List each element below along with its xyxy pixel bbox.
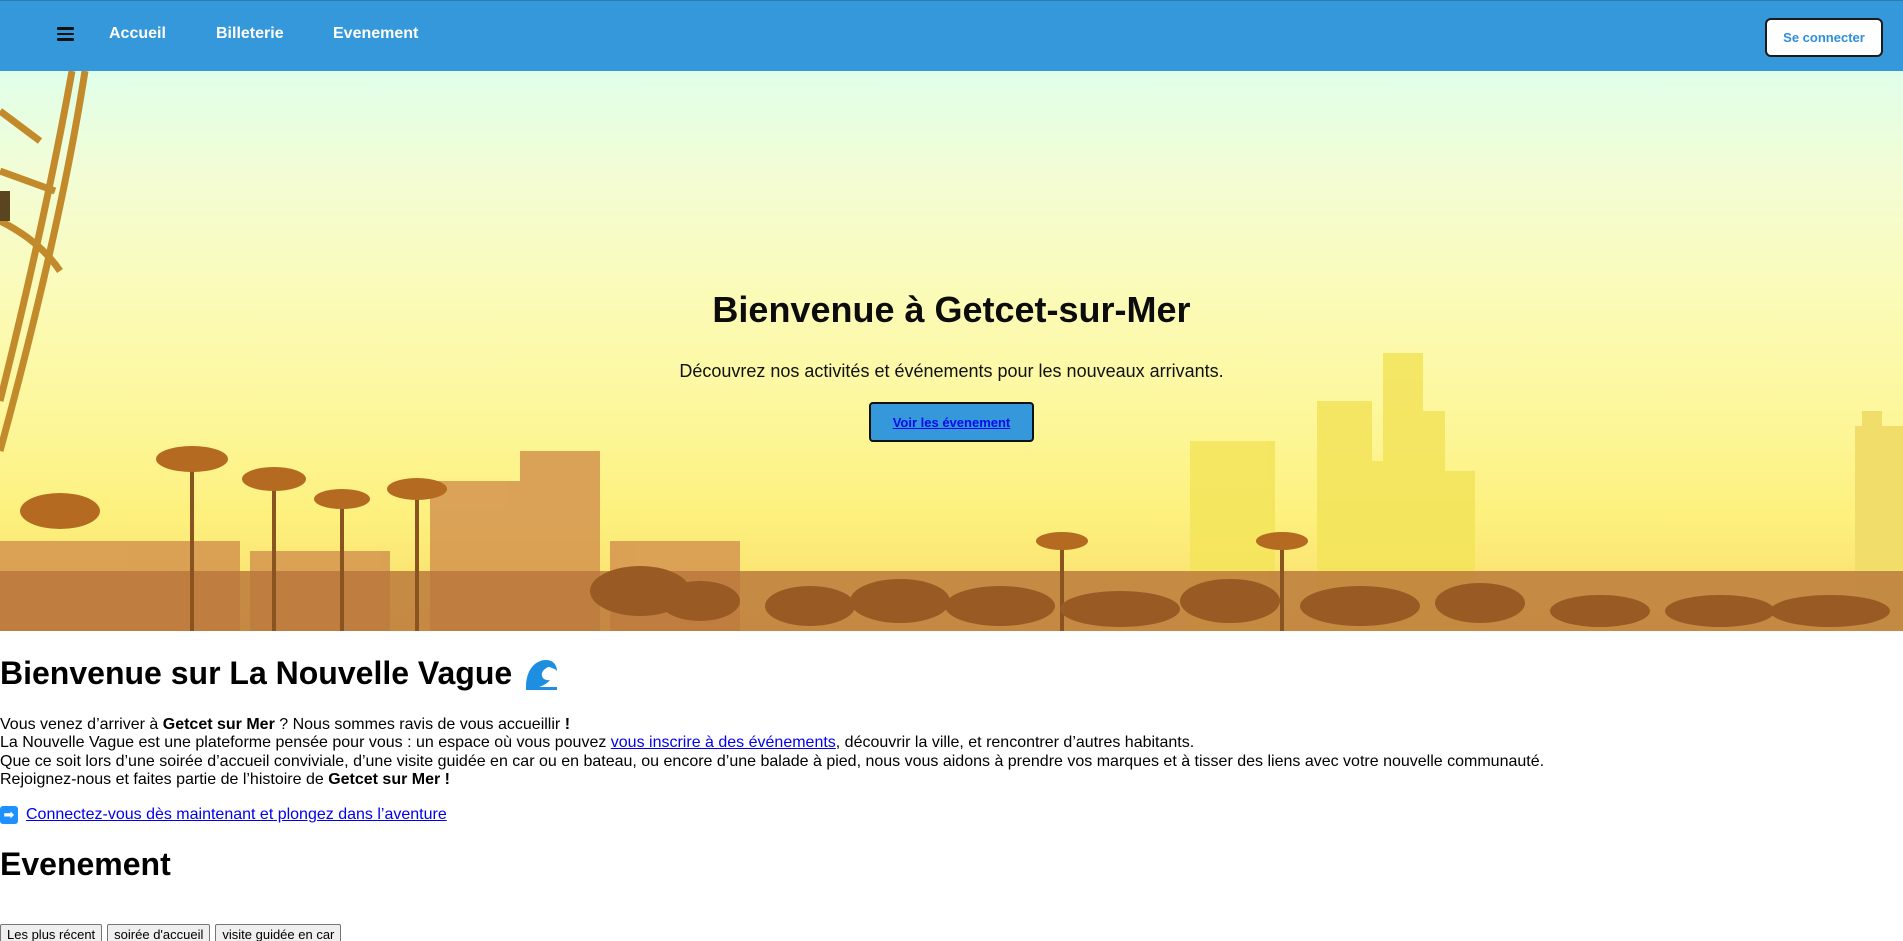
intro-line-3: Que ce soit lors d’une soirée d’accueil … bbox=[0, 752, 1545, 770]
hero-background-image bbox=[0, 71, 1903, 631]
welcome-title-text: Bienvenue sur La Nouvelle Vague bbox=[0, 655, 513, 691]
hamburger-menu-icon[interactable] bbox=[57, 27, 74, 41]
hero-title: Bienvenue à Getcet-sur-Mer bbox=[712, 289, 1191, 330]
hero-banner: Bienvenue à Getcet-sur-Mer Découvrez nos… bbox=[0, 71, 1903, 631]
intro-line-2: La Nouvelle Vague est une plateforme pen… bbox=[0, 734, 1544, 752]
filter-bus-tour-button[interactable]: visite guidée en car bbox=[215, 924, 342, 941]
welcome-section-title: Bienvenue sur La Nouvelle Vague bbox=[0, 655, 559, 692]
intro-text: , découvrir la ville, et rencontrer d’au… bbox=[835, 734, 1195, 752]
login-button[interactable]: Se connecter bbox=[1765, 18, 1883, 57]
town-name: Getcet sur Mer bbox=[162, 716, 275, 733]
register-events-link[interactable]: vous inscrire à des événements bbox=[611, 734, 836, 751]
hero-subtitle: Découvrez nos activités et événements po… bbox=[679, 361, 1224, 381]
events-section-title: Evenement bbox=[0, 846, 171, 882]
login-cta-line: ➡ Connectez-vous dès maintenant et plong… bbox=[0, 806, 447, 824]
nav-link-accueil[interactable]: Accueil bbox=[109, 25, 166, 43]
login-cta-link[interactable]: Connectez-vous dès maintenant et plongez… bbox=[26, 806, 447, 824]
nav-link-billeterie[interactable]: Billeterie bbox=[216, 25, 284, 43]
arrow-right-icon: ➡ bbox=[0, 806, 18, 824]
view-events-button[interactable]: Voir les évenement bbox=[869, 402, 1034, 442]
intro-line-1: Vous venez d’arriver à Getcet sur Mer ? … bbox=[0, 716, 1544, 734]
event-filters: Les plus récent soirée d'accueil visite … bbox=[0, 924, 342, 941]
welcome-intro-text: Vous venez d’arriver à Getcet sur Mer ? … bbox=[0, 716, 1544, 790]
filter-welcome-evening-button[interactable]: soirée d'accueil bbox=[107, 924, 211, 941]
intro-text: ? Nous sommes ravis de vous accueillir bbox=[274, 716, 565, 733]
intro-line-4: Rejoignez-nous et faites partie de l’his… bbox=[0, 771, 1544, 789]
town-name: Getcet sur Mer bbox=[328, 771, 441, 789]
top-navbar: Accueil Billeterie Evenement Se connecte… bbox=[0, 0, 1903, 71]
intro-exclamation: ! bbox=[440, 771, 451, 789]
filter-most-recent-button[interactable]: Les plus récent bbox=[0, 924, 103, 941]
nav-link-evenement[interactable]: Evenement bbox=[333, 25, 418, 43]
intro-exclamation: ! bbox=[564, 716, 571, 733]
wave-icon bbox=[524, 656, 559, 691]
intro-text: La Nouvelle Vague est une plateforme pen… bbox=[0, 734, 611, 752]
intro-text: Rejoignez-nous et faites partie de l’his… bbox=[0, 771, 329, 789]
intro-text: Vous venez d’arriver à bbox=[0, 716, 163, 733]
